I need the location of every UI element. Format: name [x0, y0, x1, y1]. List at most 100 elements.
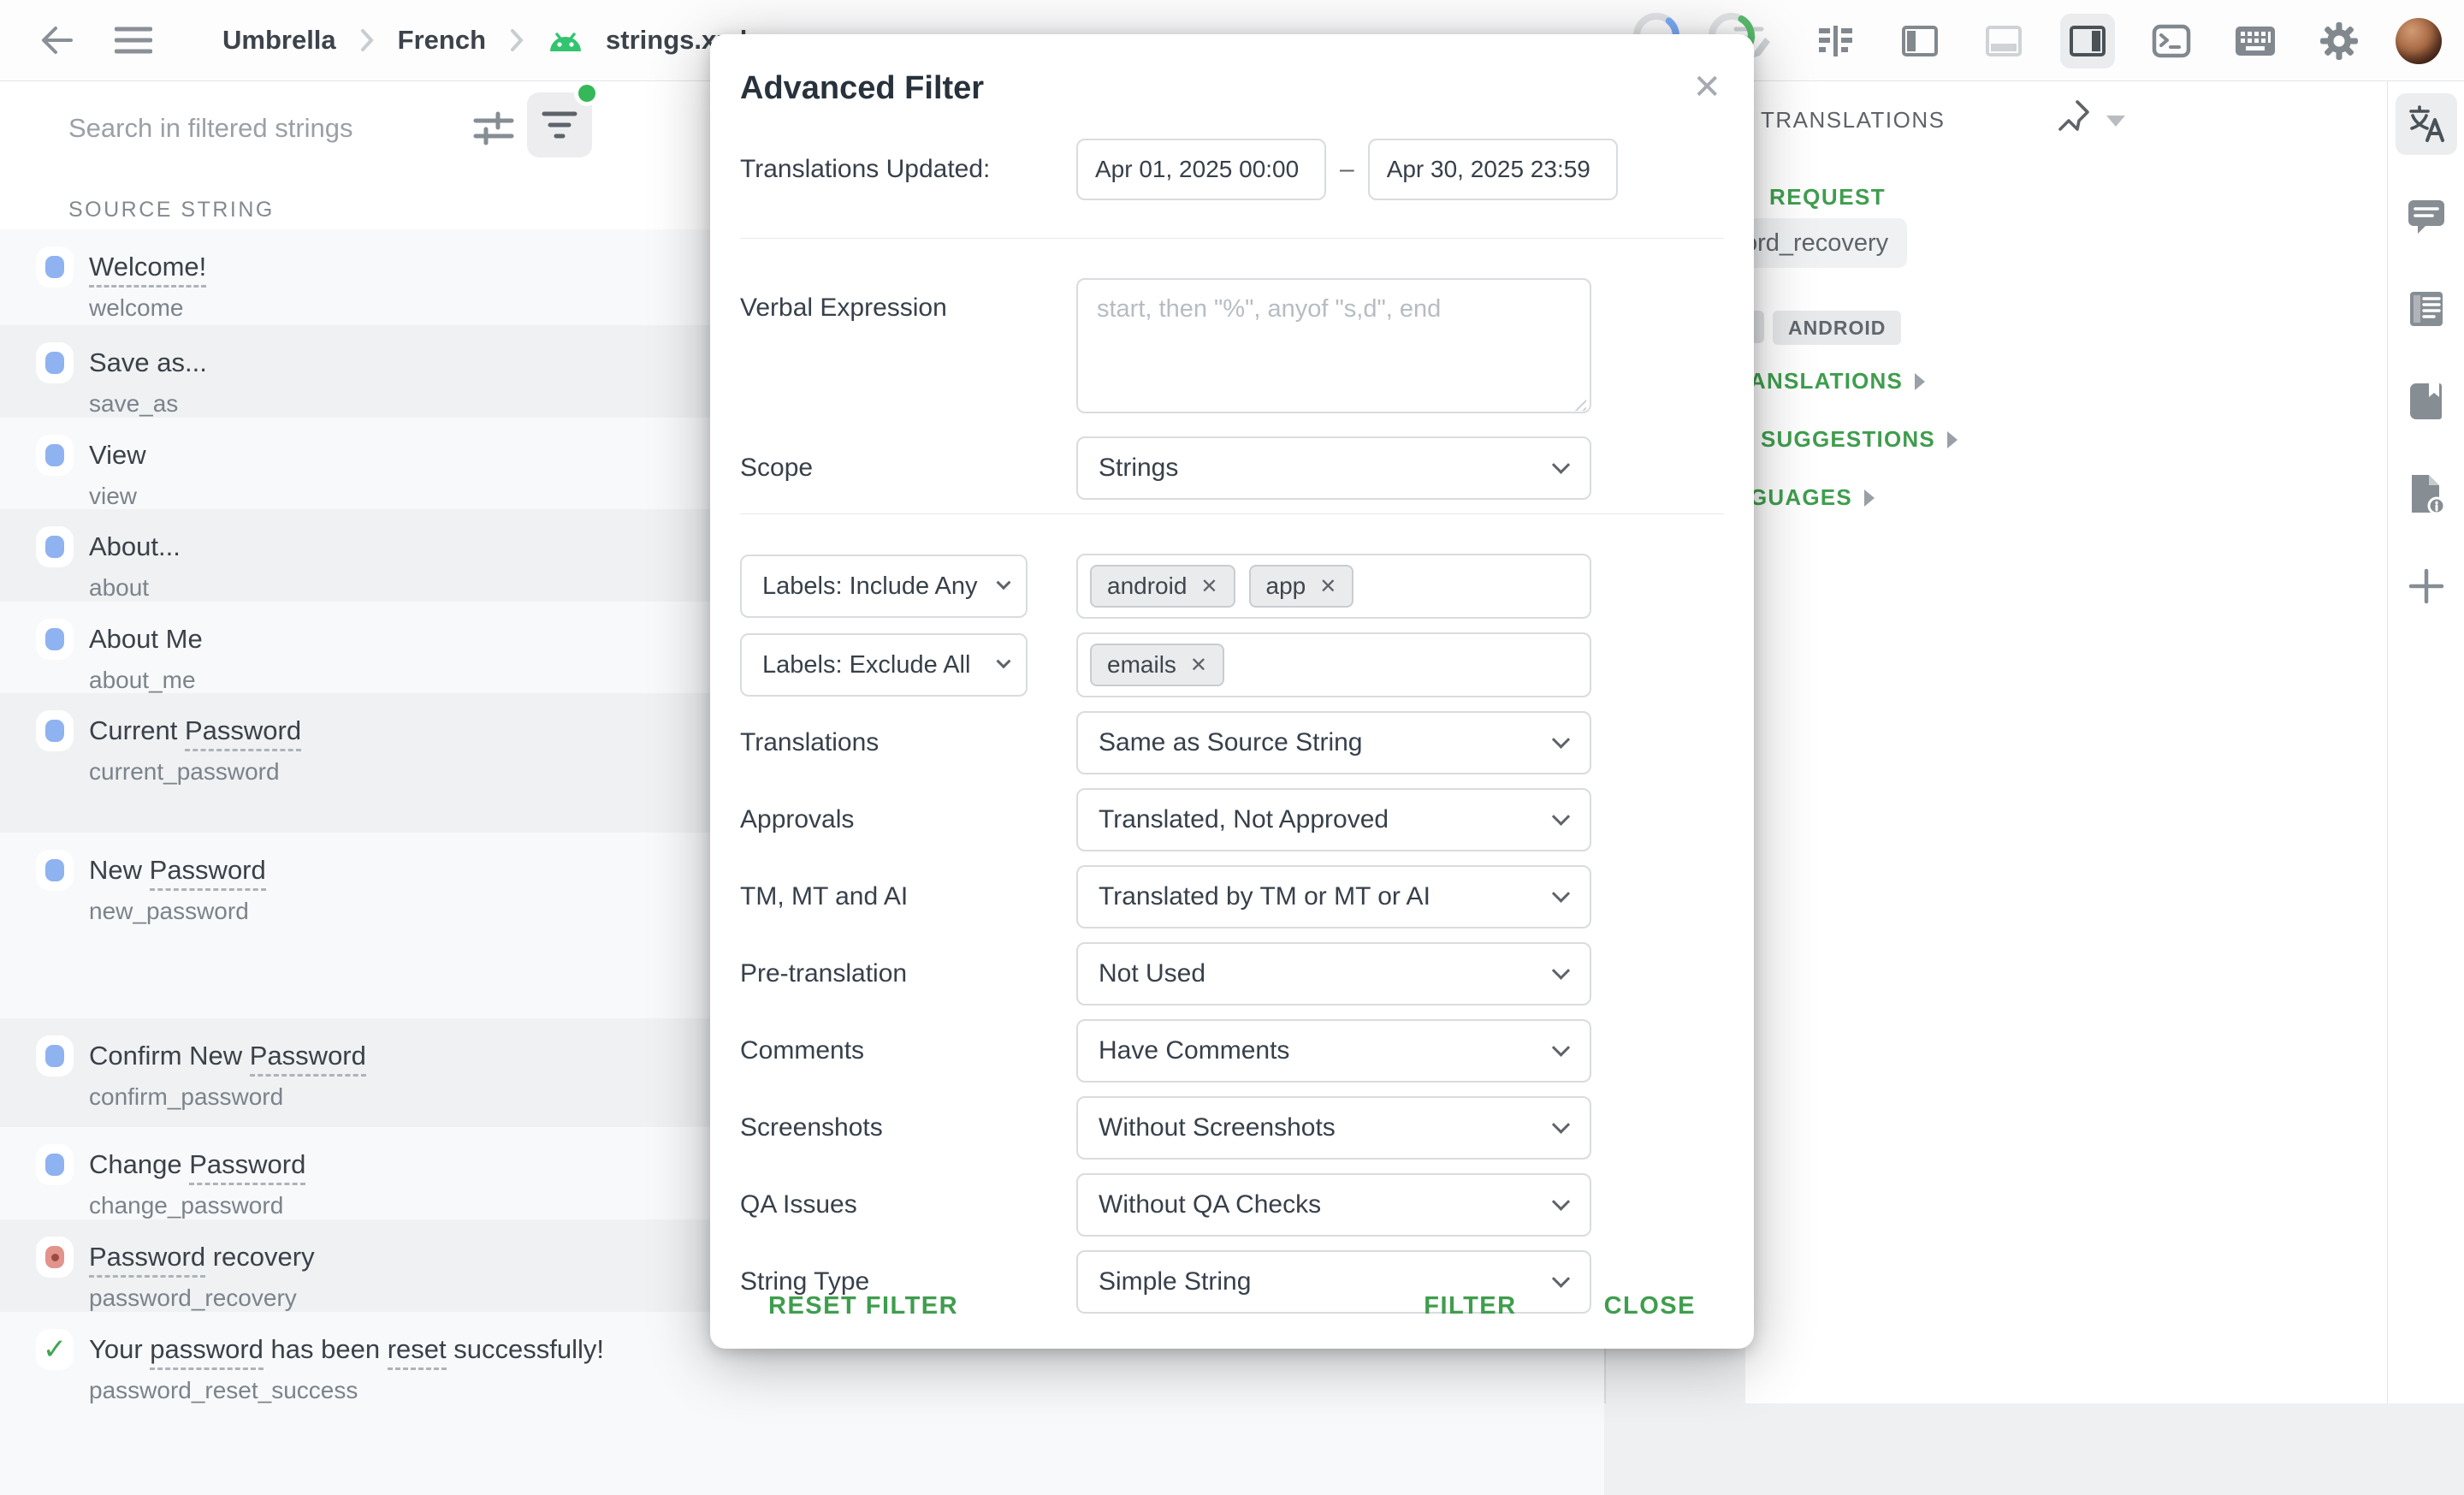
labels-tags-input[interactable]: emails ✕ — [1076, 632, 1591, 697]
source-string-text: Your password has been reset successfull… — [89, 1331, 604, 1368]
tm-mt-and-ai-select[interactable]: Translated by TM or MT or AI — [1076, 865, 1591, 928]
remove-tag-icon[interactable]: ✕ — [1319, 574, 1336, 599]
translations-side-panel: TRANSLATIONS REQUEST word_recovery ANDRO… — [1745, 81, 2387, 1403]
label-tag: emails ✕ — [1090, 644, 1224, 686]
label-tag: android ✕ — [1090, 565, 1235, 608]
comments-select[interactable]: Have Comments — [1076, 1019, 1591, 1083]
scope-select[interactable]: Strings — [1076, 436, 1591, 500]
labels-mode-select[interactable]: Labels: Include Any — [740, 555, 1028, 618]
source-string-text: Confirm New Password — [89, 1037, 366, 1075]
string-text-block: Confirm New Password confirm_password — [89, 1035, 366, 1127]
qa-issues-select[interactable]: Without QA Checks — [1076, 1173, 1591, 1237]
filter-button[interactable] — [527, 92, 592, 157]
layout-left-panel-icon[interactable] — [1892, 14, 1947, 68]
tag-text: android — [1107, 572, 1187, 600]
approvals-select[interactable]: Translated, Not Approved — [1076, 788, 1591, 851]
tune-filters-icon[interactable] — [469, 104, 518, 153]
layout-right-panel-icon[interactable] — [2060, 14, 2115, 68]
tag-text: emails — [1107, 651, 1176, 679]
source-string-text: About... — [89, 528, 181, 566]
chevron-down-icon — [997, 575, 1011, 590]
chevron-down-icon — [1552, 884, 1570, 902]
terminal-icon[interactable] — [2144, 14, 2199, 68]
source-string-text: Current Password — [89, 712, 301, 750]
translated-status-icon — [36, 619, 74, 660]
layout-columns-icon[interactable] — [1809, 14, 1863, 68]
chevron-down-icon — [1552, 1038, 1570, 1056]
toolbar-left-group: Umbrella French strings.xml — [0, 18, 747, 62]
string-text-block: About...about — [89, 526, 181, 602]
labels-filter-row: Labels: Exclude All emails ✕ — [740, 632, 1724, 697]
translated-status-icon — [36, 342, 74, 383]
add-icon[interactable] — [2396, 555, 2457, 617]
toolbar-right-group — [1725, 0, 2442, 81]
string-key: welcome — [89, 294, 206, 322]
close-dialog-button[interactable]: CLOSE — [1599, 1291, 1701, 1321]
select-value: Have Comments — [1099, 1036, 1289, 1065]
pre-translation-row: Pre-translationNot Used — [740, 942, 1724, 1006]
string-key: password_reset_success — [89, 1377, 604, 1404]
keyboard-icon[interactable] — [2228, 14, 2283, 68]
screenshots-row: ScreenshotsWithout Screenshots — [740, 1096, 1724, 1160]
chevron-down-icon[interactable] — [2106, 116, 2125, 127]
settings-gear-icon[interactable] — [2312, 14, 2366, 68]
translations-select[interactable]: Same as Source String — [1076, 711, 1591, 774]
apply-filter-button[interactable]: FILTER — [1419, 1291, 1521, 1321]
chevron-down-icon — [1552, 1192, 1570, 1210]
translations-panel-title: TRANSLATIONS — [1761, 107, 1945, 133]
close-icon[interactable]: ✕ — [1692, 70, 1721, 104]
field-label: Scope — [740, 454, 1076, 483]
untranslated-status-icon — [36, 1237, 74, 1278]
translate-icon[interactable] — [2396, 93, 2457, 155]
date-from-input[interactable] — [1076, 139, 1326, 200]
verbal-expression-input[interactable] — [1076, 278, 1591, 413]
hamburger-menu-icon[interactable] — [111, 18, 156, 62]
translated-status-icon — [36, 850, 74, 891]
labels-mode-select[interactable]: Labels: Exclude All — [740, 633, 1028, 697]
chevron-down-icon — [997, 654, 1011, 668]
approved-check-icon: ✓ — [36, 1329, 74, 1370]
panel-section-anslations[interactable]: ANSLATIONS — [1750, 368, 1925, 395]
status-bullet-icon — [45, 859, 64, 881]
screenshots-select[interactable]: Without Screenshots — [1076, 1096, 1591, 1160]
string-text-block: Welcome!welcome — [89, 246, 206, 325]
remove-tag-icon[interactable]: ✕ — [1190, 653, 1207, 678]
remove-tag-icon[interactable]: ✕ — [1200, 574, 1217, 599]
journal-icon[interactable] — [2396, 278, 2457, 340]
select-value: Strings — [1099, 454, 1178, 483]
breadcrumb-project[interactable]: Umbrella — [222, 25, 336, 56]
labels-tags-input[interactable]: android✕app✕ — [1076, 554, 1591, 619]
pre-translation-select[interactable]: Not Used — [1076, 942, 1591, 1006]
field-label: Translations Updated: — [740, 155, 1076, 184]
string-key: confirm_password — [89, 1083, 366, 1111]
string-text-block: Password recoverypassword_recovery — [89, 1237, 315, 1312]
panel-section-suggestions[interactable]: SUGGESTIONS — [1761, 426, 1958, 453]
date-to-input[interactable] — [1368, 139, 1618, 200]
field-label: Translations — [740, 728, 1076, 757]
field-label: Verbal Expression — [740, 278, 1076, 323]
select-value: Translated, Not Approved — [1099, 805, 1389, 834]
pin-icon[interactable] — [2052, 97, 2094, 145]
glossary-book-icon[interactable] — [2396, 371, 2457, 432]
comments-icon[interactable] — [2396, 186, 2457, 247]
breadcrumb-language[interactable]: French — [398, 25, 486, 56]
file-info-icon[interactable] — [2396, 463, 2457, 525]
field-label: Comments — [740, 1036, 1076, 1065]
back-arrow-icon[interactable] — [34, 18, 79, 62]
user-avatar[interactable] — [2396, 18, 2442, 64]
date-range-dash: – — [1340, 155, 1354, 184]
panel-divider — [1604, 1349, 1606, 1403]
panel-section-guages[interactable]: GUAGES — [1750, 484, 1875, 511]
select-value: Labels: Exclude All — [762, 651, 970, 679]
status-bullet-icon — [45, 444, 64, 466]
field-label: Approvals — [740, 805, 1076, 834]
search-input[interactable] — [67, 98, 443, 158]
reset-filter-button[interactable]: RESET FILTER — [763, 1291, 963, 1321]
request-translation-button[interactable]: REQUEST — [1769, 184, 1886, 211]
dialog-section-divider — [740, 513, 1724, 514]
string-text-block: Change Passwordchange_password — [89, 1144, 305, 1219]
translated-status-icon — [36, 246, 74, 288]
android-icon — [548, 27, 583, 53]
layout-bottom-panel-icon — [1976, 14, 2031, 68]
verbal-expression-row: Verbal Expression — [740, 278, 1724, 418]
